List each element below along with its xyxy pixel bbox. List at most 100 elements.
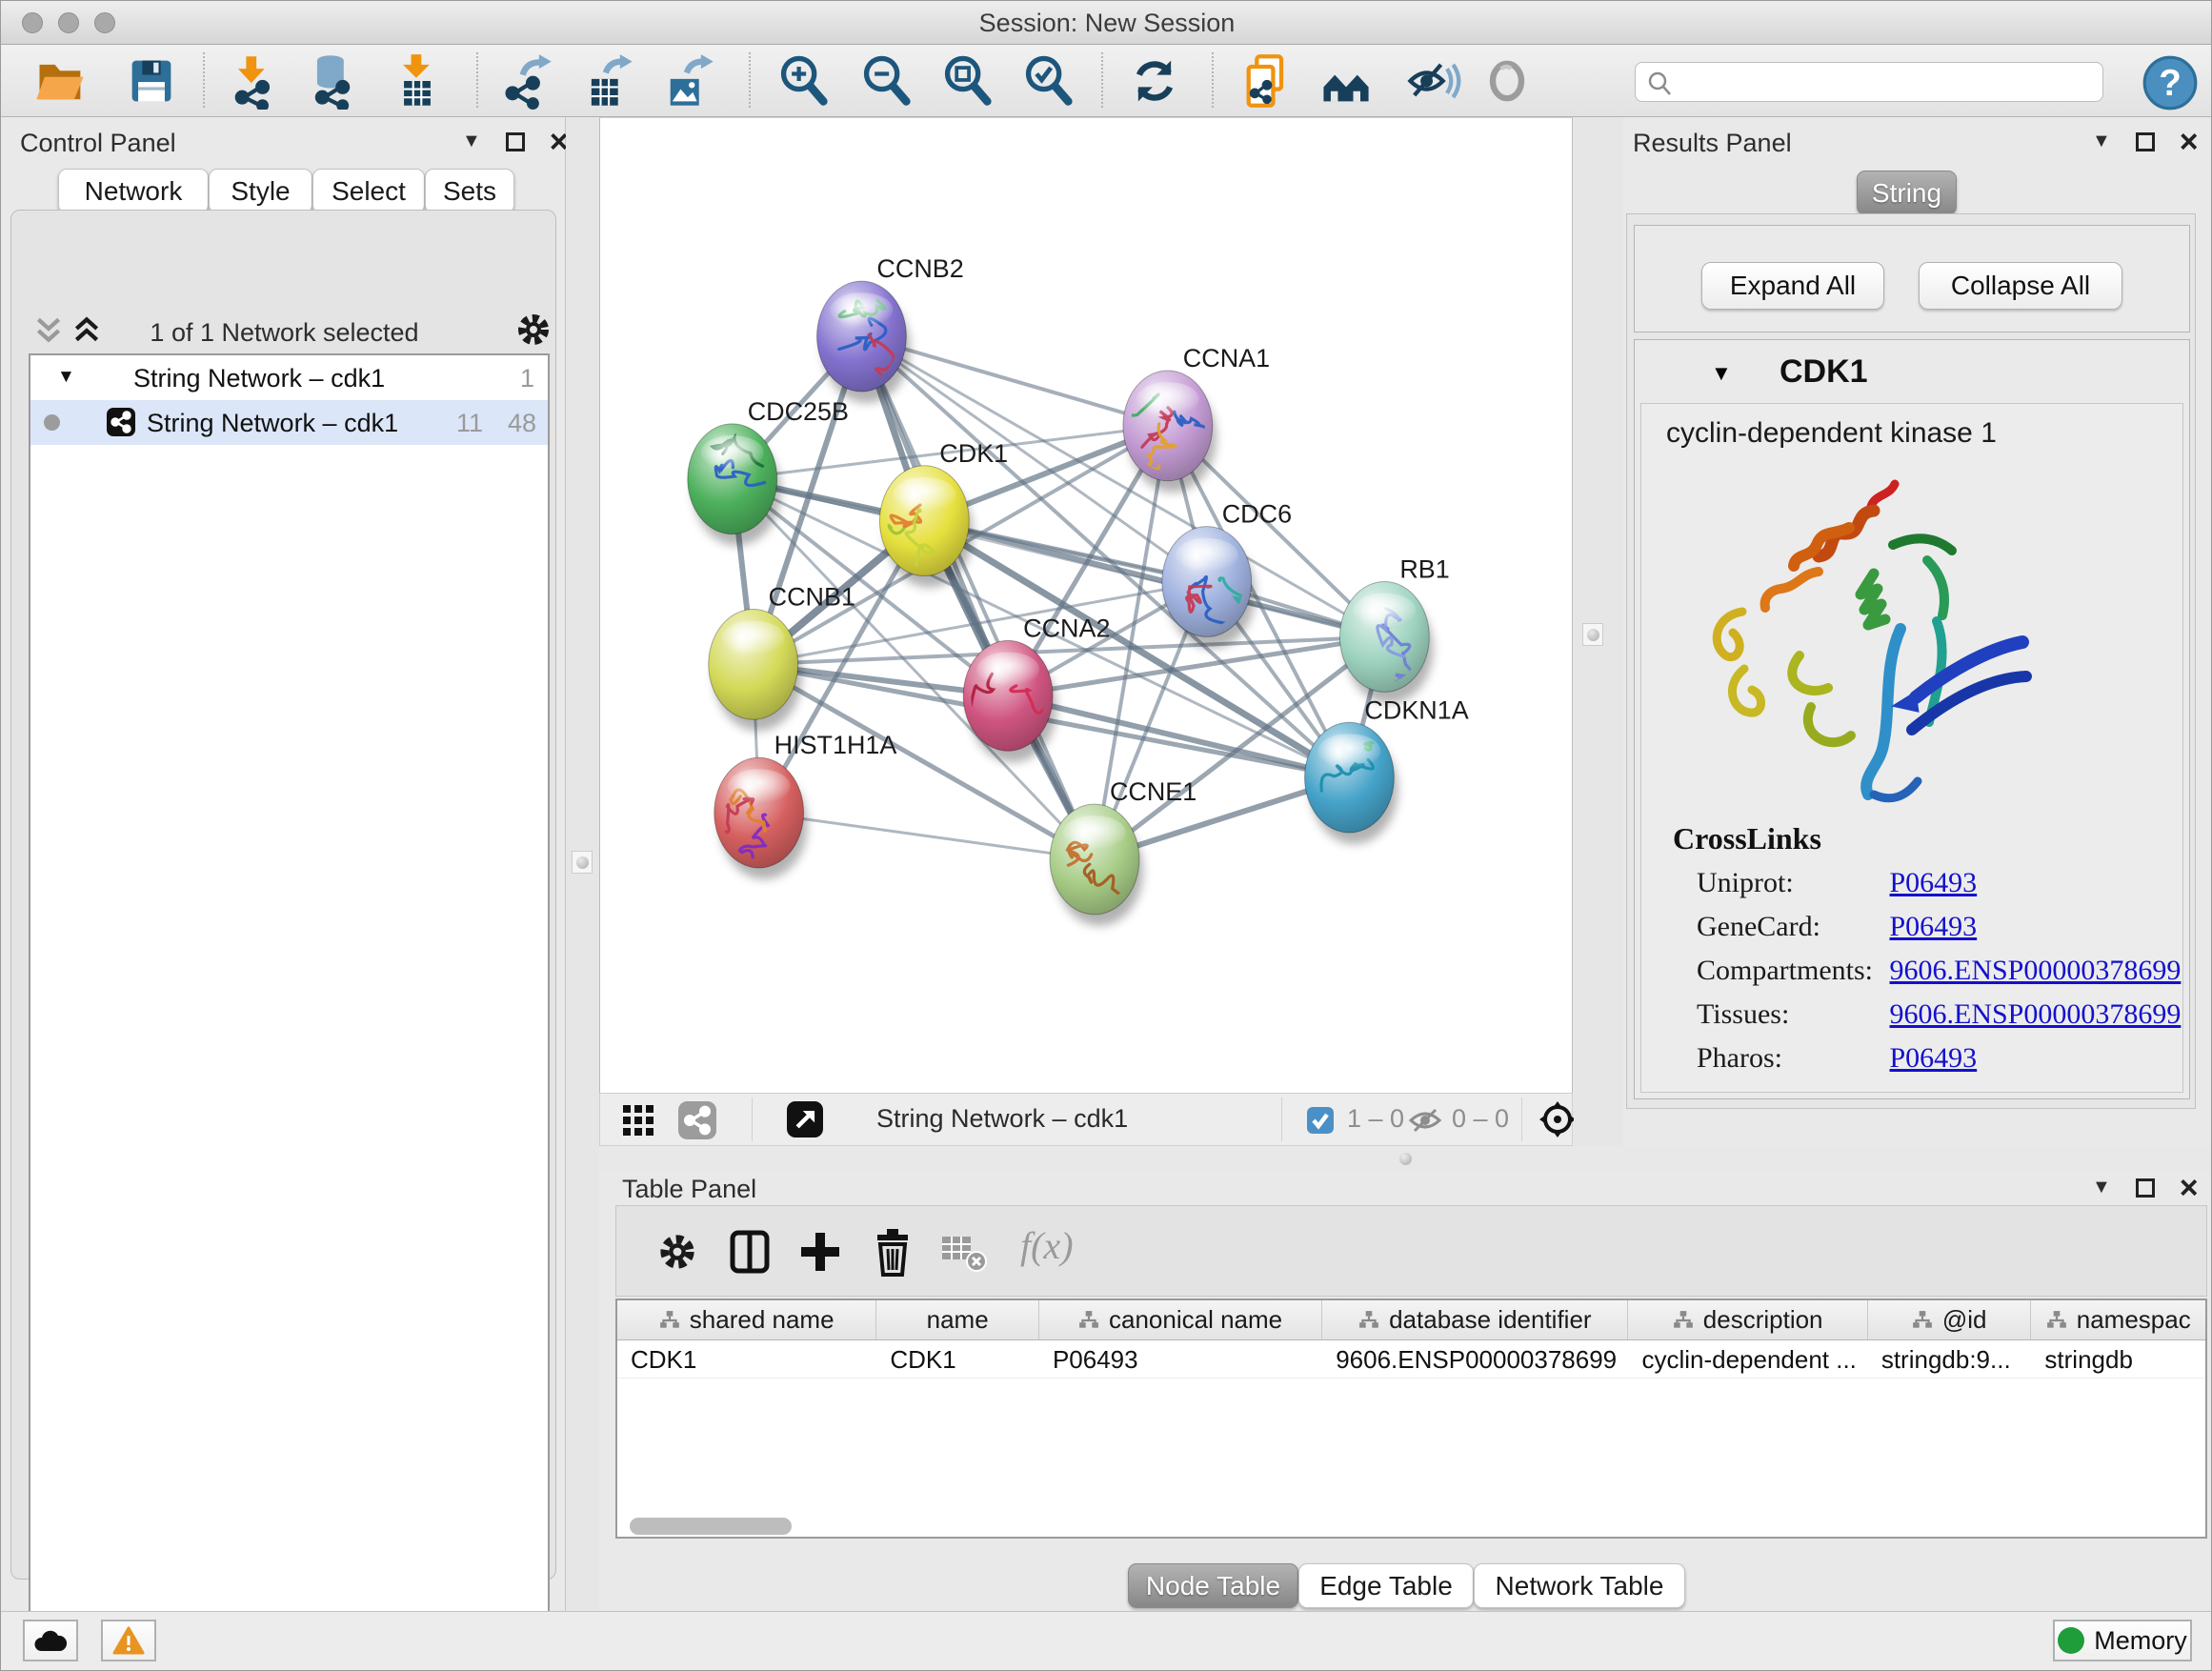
- crosslink-value-link[interactable]: P06493: [1890, 1042, 1978, 1074]
- cell-namespace: stringdb: [2031, 1340, 2205, 1378]
- network-current-dot: [44, 414, 60, 431]
- tab-network[interactable]: Network: [58, 169, 209, 213]
- network-node-RB1[interactable]: RB1: [1339, 555, 1449, 704]
- graphics-details-icon[interactable]: [1317, 52, 1375, 110]
- main-toolbar: ?: [1, 45, 2212, 117]
- table-gear-icon[interactable]: [656, 1231, 698, 1273]
- column-header[interactable]: name: [876, 1300, 1039, 1339]
- export-table-icon[interactable]: [579, 52, 636, 110]
- protein-description: cyclin-dependent kinase 1: [1666, 417, 1997, 450]
- results-panel-float-icon[interactable]: ▼: [2092, 131, 2111, 152]
- crosslink-value-link[interactable]: 9606.ENSP00000378699: [1890, 998, 2182, 1030]
- export-network-icon[interactable]: [498, 52, 555, 110]
- zoom-in-icon[interactable]: [775, 52, 833, 110]
- statusbar-separator: [1281, 1097, 1282, 1141]
- column-type-icon: [659, 1310, 680, 1331]
- clone-network-icon[interactable]: [1238, 52, 1296, 110]
- network-node-CCNA1[interactable]: CCNA1: [1090, 344, 1270, 493]
- help-icon[interactable]: ?: [2142, 54, 2199, 111]
- cloud-icon: [33, 1628, 68, 1653]
- crosslink-value-link[interactable]: P06493: [1890, 867, 1978, 898]
- export-image-icon[interactable]: [660, 52, 717, 110]
- protein-collapse-icon[interactable]: ▼: [1711, 361, 1732, 386]
- results-panel-close-icon[interactable]: ×: [2180, 132, 2199, 151]
- tree-expand-icon[interactable]: ▼: [57, 367, 75, 388]
- column-header[interactable]: database identifier: [1322, 1300, 1628, 1339]
- network-canvas[interactable]: CCNB2CCNA1CDC25BCDK1CDC6RB1CCNB1CCNA2CDK…: [599, 117, 1573, 1093]
- right-splitter-grip[interactable]: [1582, 623, 1603, 646]
- results-panel: Results Panel ▼ × String Expand All Coll…: [1623, 117, 2212, 1147]
- crosslink-row: Tissues: 9606.ENSP00000378699: [1697, 998, 2181, 1042]
- column-type-icon: [1912, 1310, 1933, 1331]
- node-label-CCNA2: CCNA2: [1023, 614, 1110, 642]
- horizontal-splitter-grip[interactable]: [1399, 1153, 1412, 1165]
- table-panel-close-icon[interactable]: ×: [2180, 1178, 2199, 1198]
- tab-string[interactable]: String: [1857, 171, 1957, 215]
- tab-sets[interactable]: Sets: [425, 169, 514, 213]
- horizontal-splitter[interactable]: [599, 1147, 2212, 1171]
- column-header[interactable]: description: [1628, 1300, 1867, 1339]
- column-header[interactable]: shared name: [617, 1300, 876, 1339]
- birdseye-icon[interactable]: [1538, 1099, 1578, 1139]
- network-view-icon[interactable]: [678, 1101, 716, 1139]
- save-session-icon[interactable]: [123, 52, 180, 110]
- right-splitter[interactable]: [1574, 117, 1623, 1146]
- column-header[interactable]: canonical name: [1039, 1300, 1322, 1339]
- network-row[interactable]: String Network – cdk1 11 48: [30, 400, 548, 445]
- hide-selected-icon[interactable]: [1404, 52, 1461, 110]
- open-session-icon[interactable]: [32, 52, 90, 110]
- expand-all-button[interactable]: Expand All: [1701, 262, 1884, 310]
- cloud-status-button[interactable]: [23, 1620, 78, 1661]
- delete-column-icon[interactable]: [870, 1227, 915, 1277]
- import-network-icon[interactable]: [226, 52, 283, 110]
- collapse-all-button[interactable]: Collapse All: [1919, 262, 2122, 310]
- node-label-CCNA1: CCNA1: [1183, 344, 1270, 372]
- results-panel-maximize-icon[interactable]: [2136, 132, 2155, 151]
- selected-checkbox-icon[interactable]: [1307, 1107, 1334, 1134]
- table-panel-float-icon[interactable]: ▼: [2092, 1177, 2111, 1198]
- grid-view-icon[interactable]: [621, 1103, 655, 1137]
- zoom-fit-icon[interactable]: [939, 52, 996, 110]
- tab-node-table[interactable]: Node Table: [1128, 1563, 1298, 1608]
- cell-database-identifier: 9606.ENSP00000378699: [1322, 1340, 1628, 1378]
- search-input[interactable]: [1679, 67, 2089, 97]
- add-column-icon[interactable]: [799, 1231, 841, 1273]
- crosslink-value-link[interactable]: P06493: [1890, 911, 1978, 942]
- tab-edge-table[interactable]: Edge Table: [1298, 1563, 1474, 1608]
- warnings-button[interactable]: [101, 1620, 156, 1661]
- tab-select[interactable]: Select: [312, 169, 425, 213]
- network-node-HIST1H1A[interactable]: HIST1H1A: [701, 731, 897, 879]
- table-horizontal-scrollbar[interactable]: [630, 1518, 792, 1535]
- network-node-CCNE1[interactable]: CCNE1: [1050, 777, 1196, 926]
- control-panel-float-icon[interactable]: ▼: [462, 131, 481, 152]
- detach-view-icon[interactable]: [787, 1101, 823, 1137]
- column-header[interactable]: @id: [1868, 1300, 2032, 1339]
- network-node-count: 11: [456, 409, 483, 438]
- crosslink-value-link[interactable]: 9606.ENSP00000378699: [1890, 955, 2182, 986]
- control-panel-maximize-icon[interactable]: [506, 132, 525, 151]
- table-panel-maximize-icon[interactable]: [2136, 1178, 2155, 1198]
- apply-layout-icon[interactable]: [1126, 52, 1183, 110]
- column-header[interactable]: namespac: [2031, 1300, 2205, 1339]
- network-node-CCNB2[interactable]: CCNB2: [817, 254, 964, 403]
- left-splitter[interactable]: [566, 117, 599, 1611]
- tab-style[interactable]: Style: [209, 169, 312, 213]
- app-status-bar: Memory: [1, 1611, 2212, 1671]
- table-row[interactable]: CDK1 CDK1 P06493 9606.ENSP00000378699 cy…: [617, 1340, 2205, 1379]
- memory-button[interactable]: Memory: [2053, 1620, 2192, 1661]
- import-database-icon[interactable]: [304, 52, 361, 110]
- zoom-selected-icon[interactable]: [1020, 52, 1077, 110]
- network-collection-row[interactable]: ▼ String Network – cdk1 1: [30, 355, 548, 400]
- zoom-out-icon[interactable]: [858, 52, 915, 110]
- left-splitter-grip[interactable]: [572, 851, 593, 874]
- string-network-icon: [107, 408, 135, 436]
- node-table: shared name name canonical name database…: [615, 1299, 2207, 1539]
- show-columns-icon[interactable]: [727, 1229, 773, 1275]
- tab-network-table[interactable]: Network Table: [1474, 1563, 1685, 1608]
- network-tree: ▼ String Network – cdk1 1 Str: [29, 353, 550, 1666]
- import-table-icon[interactable]: [389, 52, 446, 110]
- network-node-CDKN1A[interactable]: CDKN1A: [1305, 695, 1469, 844]
- network-options-gear-icon[interactable]: [514, 311, 553, 349]
- show-selected-icon[interactable]: [1478, 52, 1536, 110]
- network-label: String Network – cdk1: [147, 409, 398, 438]
